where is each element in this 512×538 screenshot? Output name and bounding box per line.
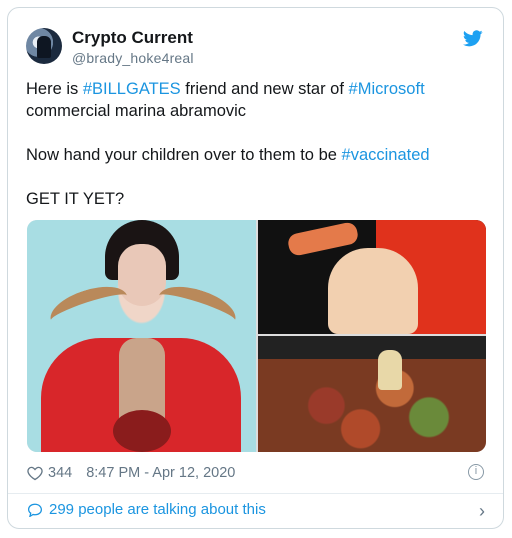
heart-icon[interactable] <box>27 466 43 481</box>
avatar[interactable] <box>26 28 62 64</box>
talking-text: 299 people are talking about this <box>49 501 266 518</box>
speech-bubble-icon <box>27 503 43 517</box>
chevron-right-icon[interactable]: › <box>479 501 485 522</box>
media-photo-pile[interactable] <box>258 336 486 452</box>
tweet-card: Crypto Current @brady_hoke4real Here is … <box>7 7 504 529</box>
hashtag-microsoft[interactable]: #Microsoft <box>349 80 425 98</box>
hashtag-billgates[interactable]: #BILLGATES <box>83 80 181 98</box>
avatar-figure <box>37 36 51 58</box>
media-grid <box>27 220 486 452</box>
tweet-line-1: Here is #BILLGATES friend and new star o… <box>26 78 491 100</box>
talking-link[interactable]: 299 people are talking about this <box>27 501 266 518</box>
text-segment: friend and new star of <box>180 80 349 98</box>
text-segment: Now hand your children over to them to b… <box>26 146 342 164</box>
media-photo-doll[interactable] <box>258 220 486 334</box>
tweet-line-3: Now hand your children over to them to b… <box>26 144 491 166</box>
tweet-line-2: commercial marina abramovic <box>26 102 247 120</box>
text-segment: Here is <box>26 80 83 98</box>
info-icon[interactable]: i <box>468 464 484 480</box>
blood-stain <box>113 410 171 452</box>
tweet-line-4: GET IT YET? <box>26 190 125 208</box>
hashtag-vaccinated[interactable]: #vaccinated <box>342 146 430 164</box>
author-name[interactable]: Crypto Current <box>72 28 193 48</box>
twitter-bird-icon[interactable] <box>463 30 483 47</box>
doll <box>328 248 418 334</box>
media-photo-woman-horns[interactable] <box>27 220 256 452</box>
like-count[interactable]: 344 <box>48 465 72 481</box>
timestamp[interactable]: 8:47 PM - Apr 12, 2020 <box>86 465 235 481</box>
author-handle[interactable]: @brady_hoke4real <box>72 50 194 66</box>
tweet-text: Here is #BILLGATES friend and new star o… <box>26 78 491 210</box>
horn-right <box>153 278 241 338</box>
tweet-meta: 344 8:47 PM - Apr 12, 2020 i <box>27 462 484 484</box>
small-figure <box>378 350 402 390</box>
divider <box>8 493 503 494</box>
